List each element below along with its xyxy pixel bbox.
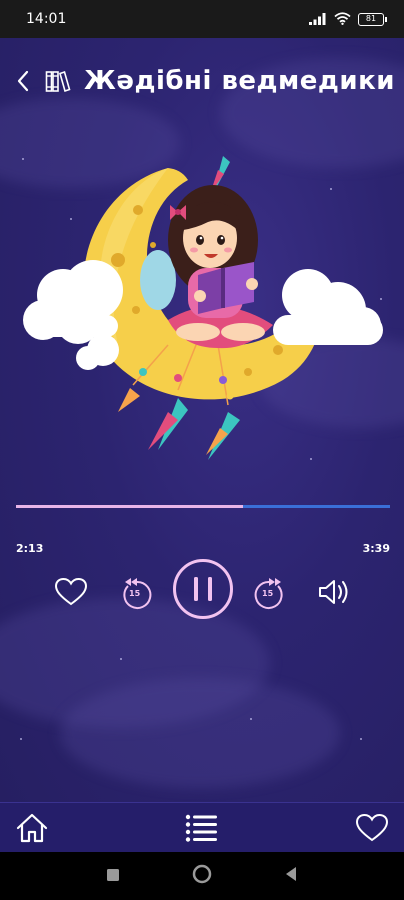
square-icon — [107, 868, 119, 881]
status-bar: 14:01 81 — [0, 0, 404, 38]
total-time: 3:39 — [362, 542, 390, 555]
home-icon — [16, 813, 48, 842]
playlist-button[interactable] — [184, 810, 220, 846]
status-icons: 81 — [309, 10, 387, 29]
page-title: Жәдібні ведмедики — [84, 66, 396, 96]
pause-icon — [173, 559, 233, 619]
progress-bar[interactable] — [16, 505, 390, 508]
header: Жәдібні ведмедики — [0, 56, 404, 106]
circle-icon — [192, 864, 212, 884]
back-system-button[interactable] — [284, 866, 298, 886]
girl-on-moon-illustration — [23, 156, 383, 460]
screen: 14:01 81 Жәдібні ведмедики 2:13 3:39 15 … — [0, 0, 404, 900]
elapsed-time: 2:13 — [16, 542, 44, 555]
progress-played — [16, 505, 244, 508]
back-arrow-icon — [17, 70, 29, 92]
playlist-icon — [185, 814, 217, 842]
home-system-button[interactable] — [192, 864, 212, 888]
triangle-back-icon — [286, 867, 296, 881]
heart-icon — [54, 577, 88, 606]
heart-icon — [355, 813, 389, 841]
system-navigation-bar — [0, 852, 404, 900]
bottom-navigation — [0, 802, 404, 852]
forward-seconds-label: 15 — [262, 589, 274, 598]
player-controls: 15 15 — [0, 556, 404, 628]
favorites-nav-button[interactable] — [354, 810, 390, 846]
wifi-icon — [334, 10, 351, 29]
forward-15-button[interactable]: 15 — [250, 572, 288, 614]
volume-button[interactable] — [314, 572, 354, 612]
recent-apps-button[interactable] — [106, 867, 120, 886]
library-button[interactable] — [42, 66, 74, 96]
rewind-seconds-label: 15 — [129, 589, 141, 598]
pause-button[interactable] — [172, 558, 234, 620]
books-icon — [45, 70, 71, 93]
favorite-button[interactable] — [50, 572, 92, 612]
signal-icon — [309, 10, 327, 29]
rewind-15-button[interactable]: 15 — [118, 572, 156, 614]
battery-icon: 81 — [358, 12, 387, 26]
volume-icon — [319, 580, 348, 604]
back-button[interactable] — [12, 66, 34, 96]
status-time: 14:01 — [26, 11, 67, 27]
home-button[interactable] — [14, 810, 50, 846]
